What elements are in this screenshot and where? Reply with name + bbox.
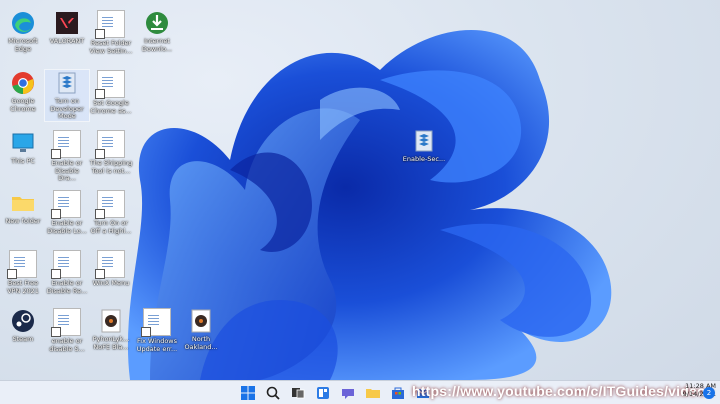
icon-label: WinX Menu (92, 279, 130, 287)
desktop-icon-python[interactable]: PyhonLyk... NoFE Bla... (89, 308, 133, 351)
icon-label: This PC (11, 157, 35, 165)
chat-icon[interactable] (340, 385, 356, 401)
icon-label: Reset Folder View Settin... (89, 39, 133, 55)
desktop-icon-steam[interactable]: Steam (1, 308, 45, 344)
document-shortcut-icon (95, 130, 125, 159)
icon-label: Enable or Disable Dra... (51, 159, 83, 182)
media-icon (101, 309, 121, 333)
icon-label: Enable or Disable Re... (46, 279, 88, 295)
desktop-icon-enable-dra[interactable]: Enable or Disable Dra... (45, 130, 89, 183)
edge-icon (12, 12, 34, 34)
icon-label: Google Chrome (10, 97, 36, 113)
icon-label: enable or disable S... (49, 337, 85, 353)
youtube-url-overlay: https://www.youtube.com/c/ITGuides/video… (412, 383, 714, 399)
desktop-icon-enable-re[interactable]: Enable or Disable Re... (45, 250, 89, 295)
icon-label: The Shipping Tool is not... (89, 159, 133, 175)
desktop-icon-enable-sec[interactable]: Enable-Sec... (402, 128, 446, 164)
document-shortcut-icon (51, 130, 81, 159)
notification-badge[interactable]: 2 (703, 387, 715, 399)
document-shortcut-icon (141, 308, 171, 337)
icon-label: Enable or Disable Lo... (47, 219, 87, 235)
store-icon[interactable] (390, 385, 406, 401)
desktop-icon-this-pc[interactable]: This PC (1, 130, 45, 166)
icon-label: Steam (12, 335, 34, 343)
document-shortcut-icon (95, 190, 125, 219)
desktop-icon-enable-lo[interactable]: Enable or Disable Lo... (45, 190, 89, 235)
icon-label: North Oakland... (184, 335, 218, 351)
chrome-icon (12, 72, 34, 94)
registry-icon (58, 72, 76, 94)
monitor-icon (12, 133, 34, 152)
document-shortcut-icon (51, 190, 81, 219)
desktop-icon-chrome[interactable]: Google Chrome (1, 70, 45, 113)
steam-icon (12, 310, 34, 332)
widgets-icon[interactable] (315, 385, 331, 401)
task-view-icon[interactable] (290, 385, 306, 401)
document-shortcut-icon (95, 70, 125, 99)
desktop-icon-fix-update[interactable]: Fix Windows Update err... (135, 308, 179, 353)
registry-icon (415, 130, 433, 152)
desktop-icon-developer-mode[interactable]: Turn on Developer Mode (44, 69, 90, 122)
icon-label: Enable-Sec... (402, 155, 446, 163)
desktop-icon-edge[interactable]: Microsoft Edge (1, 10, 45, 53)
icon-label: Best Free VPN 2021 (7, 279, 39, 295)
desktop[interactable]: Microsoft Edge Google Chrome This PC New… (0, 0, 720, 404)
desktop-icon-reset-folder[interactable]: Reset Folder View Settin... (89, 10, 133, 55)
file-explorer-icon[interactable] (365, 385, 381, 401)
media-icon (191, 309, 211, 333)
document-shortcut-icon (51, 308, 81, 337)
document-shortcut-icon (95, 250, 125, 279)
desktop-icon-enable-s[interactable]: enable or disable S... (45, 308, 89, 353)
icon-label: Microsoft Edge (8, 37, 38, 53)
search-icon[interactable] (265, 385, 281, 401)
folder-icon (12, 197, 34, 211)
desktop-icon-winx[interactable]: WinX Menu (89, 250, 133, 288)
document-shortcut-icon (51, 250, 81, 279)
desktop-icon-vpn[interactable]: Best Free VPN 2021 (1, 250, 45, 295)
icon-label: Turn on Developer Mode (50, 97, 84, 120)
desktop-icon-valorant[interactable]: VALORANT (45, 10, 89, 46)
desktop-icon-idm[interactable]: Internet Downlo... (135, 10, 179, 53)
download-manager-icon (146, 12, 168, 34)
desktop-icon-new-folder[interactable]: New folder (1, 190, 45, 226)
icon-label: Fix Windows Update err... (136, 337, 178, 353)
desktop-icon-highlight[interactable]: Turn On or Off a Highl... (89, 190, 133, 235)
icon-label: PyhonLyk... NoFE Bla... (92, 335, 130, 351)
desktop-icon-north-oakland[interactable]: North Oakland... (179, 308, 223, 351)
desktop-icon-set-chrome[interactable]: Set Google Chrome as... (89, 70, 133, 115)
document-shortcut-icon (7, 250, 37, 279)
desktop-icon-shipping-tool[interactable]: The Shipping Tool is not... (89, 130, 133, 175)
icon-label: Internet Downlo... (141, 37, 173, 53)
document-shortcut-icon (95, 10, 125, 39)
valorant-icon (56, 12, 78, 34)
icon-label: Set Google Chrome as... (90, 99, 132, 115)
icon-label: New folder (5, 217, 41, 225)
icon-label: Turn On or Off a Highl... (90, 219, 132, 235)
start-windows-icon[interactable] (240, 385, 256, 401)
icon-label: VALORANT (49, 37, 85, 45)
